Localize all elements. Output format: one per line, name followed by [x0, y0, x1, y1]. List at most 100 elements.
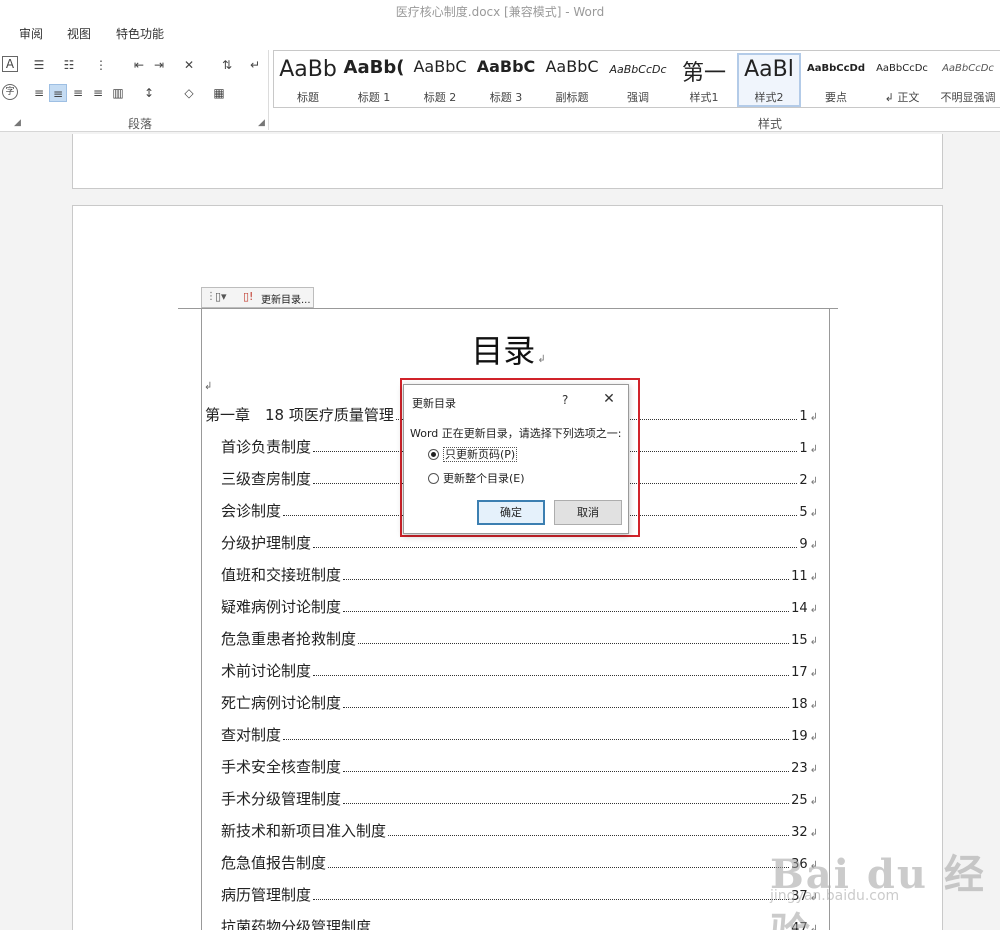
show-marks-icon[interactable]: ↵ — [246, 56, 264, 74]
chinese-layout-icon[interactable]: ✕ — [180, 56, 198, 74]
style-name: 不明显强调 — [940, 91, 996, 104]
update-toc-button[interactable]: 更新目录... — [261, 291, 311, 306]
style-sample: AaBb( — [343, 57, 405, 78]
cancel-button[interactable]: 取消 — [554, 500, 622, 525]
line-spacing-icon[interactable]: ↕ — [140, 84, 158, 102]
toc-entry[interactable]: 新技术和新项目准入制度 32 ↲ — [221, 820, 818, 842]
style-sample: AaBbCcDd — [807, 63, 865, 74]
style-custom-2[interactable]: AaBl 样式2 — [737, 53, 801, 107]
update-entire-table-option[interactable]: 更新整个目录(E) — [428, 470, 525, 486]
style-title[interactable]: AaBb 标题 — [276, 53, 340, 107]
toc-menu-icon[interactable]: ▯▾ — [215, 290, 227, 303]
toc-page-number: 2 — [799, 473, 808, 488]
character-border-icon[interactable]: A — [2, 56, 18, 72]
font-launcher-icon[interactable]: ◢ — [14, 118, 21, 128]
paragraph-mark-icon: ↲ — [537, 354, 546, 365]
toc-entry[interactable]: 术前讨论制度 17 ↲ — [221, 660, 818, 682]
toc-entry-text: 危急值报告制度 — [221, 854, 327, 872]
style-subtle-emphasis[interactable]: AaBbCcDc 不明显强调 — [936, 53, 1000, 107]
ok-button[interactable]: 确定 — [477, 500, 545, 525]
toc-page-number: 14 — [791, 601, 808, 616]
toc-entry-text: 病历管理制度 — [221, 886, 312, 904]
toc-leader-dots — [388, 835, 790, 836]
style-name: 标题 1 — [357, 91, 391, 104]
style-name: 标题 3 — [489, 91, 523, 104]
toc-page-number: 11 — [791, 569, 808, 584]
paragraph-mark-icon: ↲ — [809, 764, 818, 775]
radio-checked-icon[interactable] — [428, 449, 439, 460]
styles-group-label: 样式 — [758, 117, 783, 131]
borders-icon[interactable]: ▦ — [210, 84, 228, 102]
toc-entry[interactable]: 手术安全核查制度 23 ↲ — [221, 756, 818, 778]
previous-page — [72, 134, 943, 189]
toc-page-number: 19 — [791, 729, 808, 744]
toc-entry-text: 死亡病例讨论制度 — [221, 694, 342, 712]
toc-entry[interactable]: 手术分级管理制度 25 ↲ — [221, 788, 818, 810]
style-emphasis[interactable]: AaBbCcDc 强调 — [606, 53, 670, 107]
style-heading-3[interactable]: AaBbC 标题 3 — [474, 53, 538, 107]
style-sample: AaBl — [744, 57, 794, 82]
style-name: 标题 2 — [423, 91, 457, 104]
paragraph-mark-icon: ↲ — [809, 572, 818, 583]
style-name: 要点 — [825, 91, 847, 104]
paragraph-launcher-icon[interactable]: ◢ — [258, 118, 265, 128]
close-icon[interactable]: ✕ — [600, 391, 618, 407]
numbering-icon[interactable]: ☷ — [60, 56, 78, 74]
shading-icon[interactable]: ◇ — [180, 84, 198, 102]
toc-entry[interactable]: 查对制度 19 ↲ — [221, 724, 818, 746]
style-name: 强调 — [627, 91, 649, 104]
paragraph-mark-icon: ↲ — [809, 796, 818, 807]
align-right-icon[interactable]: ≡ — [69, 84, 87, 102]
distributed-icon[interactable]: ▥ — [109, 84, 127, 102]
style-heading-2[interactable]: AaBbC 标题 2 — [408, 53, 472, 107]
toc-leader-dots — [358, 643, 790, 644]
toc-leader-dots — [343, 771, 790, 772]
enclose-character-icon[interactable]: 字 — [2, 84, 18, 100]
toc-page-number: 15 — [791, 633, 808, 648]
group-divider — [268, 50, 269, 130]
style-normal[interactable]: AaBbCcDc ↲ 正文 — [870, 53, 934, 107]
paragraph-mark-icon: ↲ — [809, 636, 818, 647]
justify-icon[interactable]: ≡ — [89, 84, 107, 102]
watermark-brand: Bai du 经验 — [770, 851, 986, 930]
toc-entry-text: 值班和交接班制度 — [221, 566, 342, 584]
multilevel-list-icon[interactable]: ⋮ — [92, 56, 110, 74]
toc-entry-text: 分级护理制度 — [221, 534, 312, 552]
style-name: ↲ 正文 — [884, 91, 920, 104]
style-key-point[interactable]: AaBbCcDd 要点 — [804, 53, 868, 107]
style-subtitle[interactable]: AaBbC 副标题 — [540, 53, 604, 107]
radio-unchecked-icon[interactable] — [428, 473, 439, 484]
decrease-indent-icon[interactable]: ⇤ — [130, 56, 148, 74]
toc-entry[interactable]: 病历管理制度 37 ↲ — [221, 884, 818, 906]
toc-page-number: 1 — [799, 441, 808, 456]
update-page-numbers-option[interactable]: 只更新页码(P) — [428, 446, 518, 462]
toc-title-text: 目录 — [471, 332, 536, 370]
tab-special-features[interactable]: 特色功能 — [116, 25, 164, 42]
style-heading-1[interactable]: AaBb( 标题 1 — [342, 53, 406, 107]
style-custom-1[interactable]: 第一 样式1 — [672, 53, 736, 107]
align-left-icon[interactable]: ≡ — [30, 84, 48, 102]
toc-toolbar: ⋮ ▯▾ ▯! 更新目录... — [201, 287, 314, 308]
toc-entry[interactable]: 危急重患者抢救制度 15 ↲ — [221, 628, 818, 650]
update-toc-icon[interactable]: ▯! — [243, 290, 253, 303]
toc-leader-dots — [343, 803, 790, 804]
toc-leader-dots — [343, 707, 790, 708]
toc-entry[interactable]: 危急值报告制度 36 ↲ — [221, 852, 818, 874]
bullets-icon[interactable]: ☰ — [30, 56, 48, 74]
toc-leader-dots — [313, 547, 798, 548]
align-center-icon[interactable]: ≡ — [49, 84, 67, 102]
toc-entry[interactable]: 死亡病例讨论制度 18 ↲ — [221, 692, 818, 714]
toc-entry-text: 手术分级管理制度 — [221, 790, 342, 808]
paragraph-mark-icon: ↲ — [809, 700, 818, 711]
increase-indent-icon[interactable]: ⇥ — [150, 56, 168, 74]
window-title: 医疗核心制度.docx [兼容模式] - Word — [395, 5, 605, 19]
help-button[interactable]: ? — [562, 393, 568, 407]
toc-entry[interactable]: 疑难病例讨论制度 14 ↲ — [221, 596, 818, 618]
tab-view[interactable]: 视图 — [67, 25, 91, 42]
toc-entry[interactable]: 抗菌药物分级管理制度 47 ↲ — [221, 916, 818, 930]
tab-review[interactable]: 审阅 — [19, 25, 43, 42]
sort-icon[interactable]: ⇅ — [218, 56, 236, 74]
style-name: 样式2 — [754, 91, 784, 104]
toc-entry[interactable]: 值班和交接班制度 11 ↲ — [221, 564, 818, 586]
style-name: 标题 — [297, 91, 319, 104]
